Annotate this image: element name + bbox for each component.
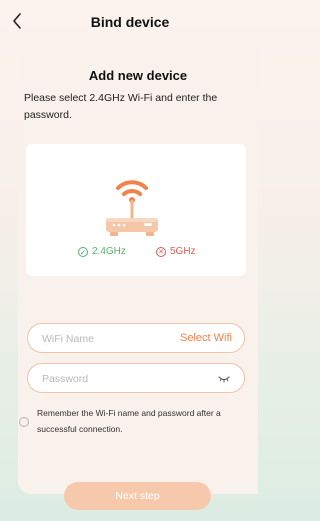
band-24ghz-supported: ✓ 2.4GHz (78, 246, 126, 257)
eye-closed-icon[interactable] (218, 375, 230, 383)
band-5ghz-unsupported: ✕ 5GHz (156, 246, 196, 257)
remember-label: Remember the Wi-Fi name and password aft… (37, 408, 221, 434)
x-circle-icon: ✕ (156, 246, 166, 257)
page-title: Bind device (90, 14, 170, 30)
check-circle-icon: ✓ (78, 246, 88, 257)
band-5ghz-label: 5GHz (170, 246, 196, 257)
wifi-name-field[interactable]: Select Wifi (27, 323, 245, 354)
remember-radio[interactable] (19, 417, 29, 427)
header-bar: Bind device (0, 0, 260, 44)
band-24ghz-label: 2.4GHz (92, 246, 126, 257)
instruction-text: Please select 2.4GHz Wi-Fi and enter the… (24, 92, 218, 121)
router-illustration-panel: ✓ 2.4GHz ✕ 5GHz (26, 144, 246, 276)
select-wifi-button[interactable]: Select Wifi (180, 332, 232, 344)
router-wifi-icon (106, 180, 158, 236)
wifi-name-input[interactable] (40, 324, 184, 354)
next-step-button[interactable]: Next step (64, 482, 211, 510)
password-input[interactable] (40, 364, 184, 394)
card-subtitle: Add new device (88, 68, 188, 83)
password-field[interactable] (27, 363, 245, 394)
